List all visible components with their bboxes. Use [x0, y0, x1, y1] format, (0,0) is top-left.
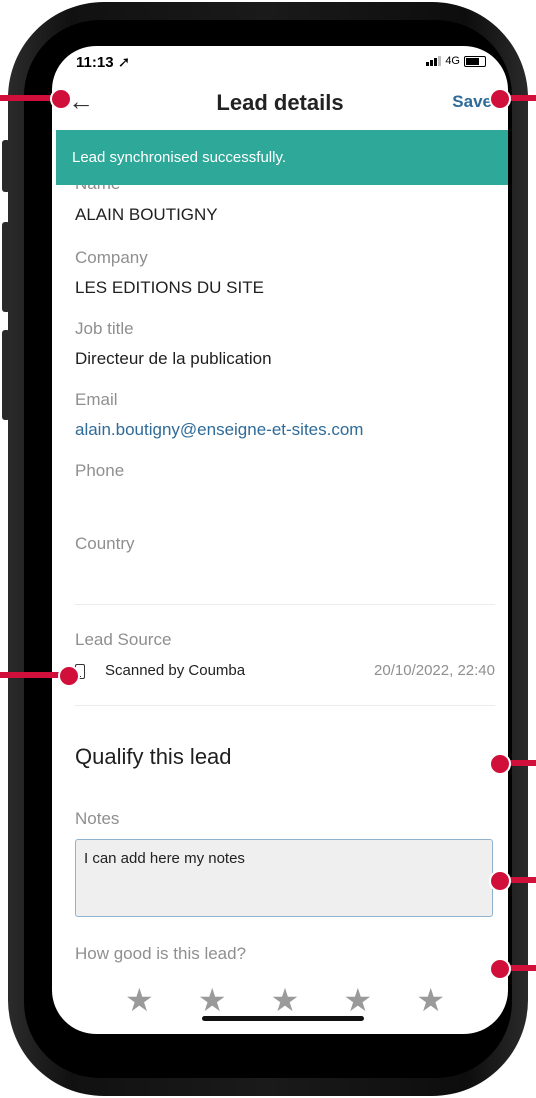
volume-up-button	[2, 222, 10, 312]
star-icon-2[interactable]: ★	[198, 984, 227, 1016]
lead-source-label: Lead Source	[75, 630, 172, 649]
star-icon-4[interactable]: ★	[343, 984, 372, 1016]
status-indicators: 4G	[426, 55, 486, 67]
signal-icon	[426, 56, 442, 66]
divider	[75, 604, 495, 605]
star-icon-5[interactable]: ★	[416, 984, 445, 1016]
phone-value[interactable]	[75, 491, 495, 515]
mute-switch	[2, 140, 10, 192]
callout-line-source	[0, 672, 66, 678]
sync-success-toast: Lead synchronised successfully.	[56, 130, 508, 185]
app-header: ← Lead details Save	[52, 82, 508, 126]
qualify-section-title: Qualify this lead	[75, 744, 232, 769]
star-icon-3[interactable]: ★	[271, 984, 300, 1016]
status-time: 11:13 ➚	[76, 54, 131, 71]
job-title-label: Job title	[75, 319, 134, 338]
divider	[75, 705, 495, 706]
email-link[interactable]: alain.boutigny@enseigne-et-sites.com	[75, 420, 363, 440]
email-label: Email	[75, 390, 118, 409]
callout-dot-qualify	[489, 753, 511, 775]
callout-dot-rating	[489, 958, 511, 980]
app-screen: 11:13 ➚ 4G ← Lead details Save Lead sync…	[52, 46, 508, 1034]
callout-dot-notes	[489, 870, 511, 892]
rating-stars: ★ ★ ★ ★ ★	[125, 984, 445, 1016]
country-value[interactable]	[75, 564, 495, 588]
country-label: Country	[75, 534, 135, 553]
callout-dot-source	[58, 665, 80, 687]
star-icon-1[interactable]: ★	[125, 984, 154, 1016]
notes-textarea[interactable]: I can add here my notes	[75, 839, 493, 917]
status-bar: 11:13 ➚ 4G	[52, 46, 508, 80]
callout-dot-back	[50, 88, 72, 110]
rating-label: How good is this lead?	[75, 944, 247, 963]
company-label: Company	[75, 248, 148, 267]
notes-label: Notes	[75, 809, 120, 828]
job-title-value[interactable]: Directeur de la publication	[75, 349, 272, 369]
lead-source-text: Scanned by Coumba	[105, 662, 246, 679]
company-value[interactable]: LES EDITIONS DU SITE	[75, 278, 264, 298]
phone-label: Phone	[75, 461, 125, 480]
network-type: 4G	[445, 55, 460, 67]
save-button[interactable]: Save	[452, 92, 492, 112]
location-arrow-icon: ➚	[117, 54, 131, 71]
battery-icon	[464, 55, 486, 67]
page-title: Lead details	[216, 90, 344, 115]
lead-source-date: 20/10/2022, 22:40	[374, 662, 495, 679]
callout-dot-save	[489, 88, 511, 110]
name-value[interactable]: ALAIN BOUTIGNY	[75, 205, 218, 225]
volume-down-button	[2, 330, 10, 420]
lead-source-row: Scanned by Coumba 20/10/2022, 22:40	[75, 662, 495, 686]
home-indicator	[202, 1016, 364, 1021]
